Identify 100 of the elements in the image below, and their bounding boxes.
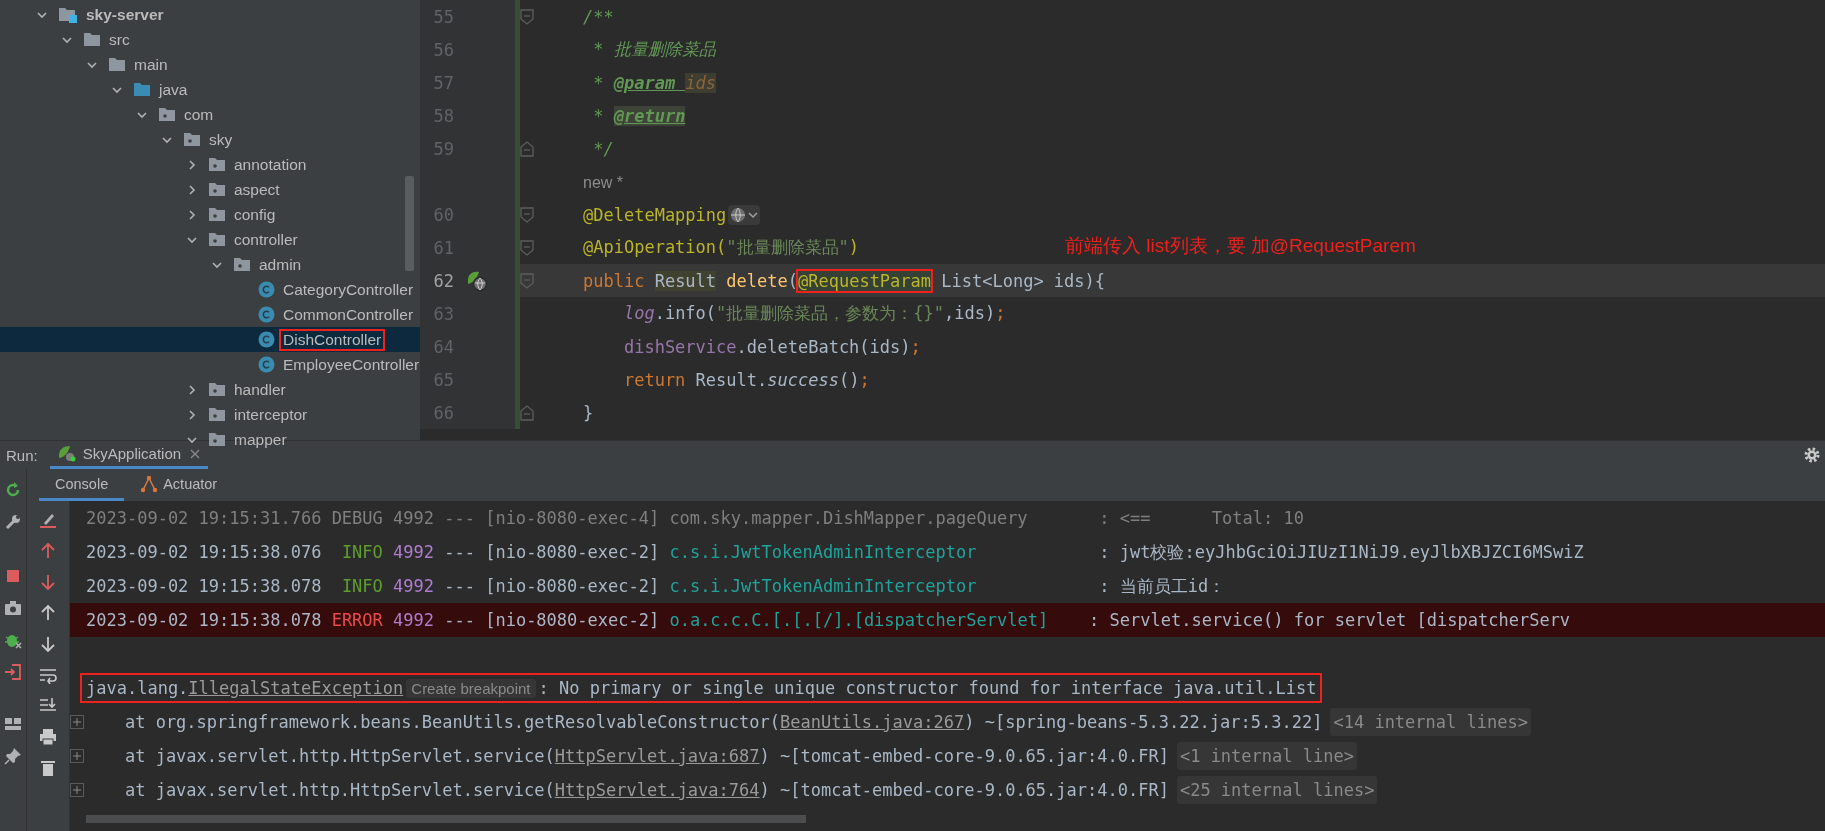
package-icon — [233, 257, 251, 272]
tree-item[interactable]: CommonController — [0, 302, 420, 327]
package-icon — [208, 407, 226, 422]
down-arrow-icon[interactable] — [39, 635, 57, 653]
fold-marker-icon[interactable] — [520, 140, 534, 157]
console-text: at javax.servlet.http.HttpServlet.service( — [123, 780, 555, 800]
console-text: : No primary or single unique constructor found for interface java.util.List — [538, 678, 1317, 698]
fold-marker-icon[interactable] — [520, 272, 534, 289]
source-link[interactable]: IllegalStateException — [188, 678, 404, 698]
camera-icon[interactable] — [4, 599, 22, 617]
wrap-icon[interactable] — [39, 666, 57, 684]
tree-item[interactable]: EmployeeController — [0, 352, 420, 377]
console-text: at org.springframework.beans.BeanUtils.getResolvableConstructor( — [123, 712, 780, 732]
code-line: * @return — [592, 105, 686, 126]
fold-marker-icon[interactable] — [520, 239, 534, 256]
pin-icon[interactable] — [4, 747, 22, 765]
class-icon — [258, 281, 275, 298]
rerun-icon[interactable] — [4, 481, 22, 499]
code-line: @DeleteMapping — [583, 204, 727, 225]
fold-marker-icon[interactable] — [520, 206, 534, 223]
chevron-icon[interactable] — [186, 208, 198, 221]
code-line: * 批量删除菜品 — [592, 38, 716, 61]
console-text: at javax.servlet.http.HttpServlet.service( — [123, 746, 555, 766]
exit-icon[interactable] — [4, 663, 22, 681]
log-line: 2023-09-02 19:15:38.078 ERROR 4992 --- [nio-8080-exec-2] o.a.c.c.C.[.[.[/].[dispatcherServlet] : Servlet.service() for servlet [dispatcherServ — [86, 610, 1571, 630]
run-gutter-icon[interactable] — [466, 269, 488, 292]
layout-icon[interactable] — [4, 715, 22, 733]
inlay-hint[interactable]: <25 internal lines> — [1176, 776, 1378, 804]
code-line: /** — [583, 6, 614, 27]
leaf-icon — [57, 444, 78, 463]
code-line: log.info("批量删除菜品，参数为：{}",ids); — [622, 302, 1006, 325]
stop-icon[interactable] — [4, 567, 22, 585]
console-text: ) ~[tomcat-embed-core-9.0.65.jar:4.0.FR] — [759, 746, 1169, 766]
tree-item[interactable]: config — [0, 202, 420, 227]
fold-marker-icon[interactable] — [520, 8, 534, 25]
up-arrow-icon[interactable] — [39, 604, 57, 622]
chevron-icon[interactable] — [186, 408, 198, 421]
tree-item[interactable]: main — [0, 52, 420, 77]
tree-item[interactable]: controller — [0, 227, 420, 252]
package-icon — [158, 107, 176, 122]
panel-label: Run: — [5, 446, 39, 464]
tree-item[interactable]: handler — [0, 377, 420, 402]
package-icon — [208, 182, 226, 197]
code-line: return Result.success(); — [622, 369, 870, 390]
globe-dropdown-icon[interactable] — [728, 204, 761, 225]
tree-item[interactable]: interceptor — [0, 402, 420, 427]
chevron-icon[interactable] — [186, 183, 198, 196]
package-icon — [208, 207, 226, 222]
tree-item[interactable]: annotation — [0, 152, 420, 177]
tree-item[interactable]: src — [0, 27, 420, 52]
annotation-note: 前端传入 list列表，要 加@RequestParem — [1065, 234, 1416, 258]
class-icon — [258, 306, 275, 323]
package-icon — [183, 132, 201, 147]
module-icon — [58, 6, 78, 23]
source-link[interactable]: BeanUtils.java:267 — [780, 712, 965, 732]
fold-marker-icon[interactable] — [520, 404, 534, 421]
log-line: 2023-09-02 19:15:38.078 INFO 4992 --- [nio-8080-exec-2] c.s.i.JwtTokenAdminInterceptor : 当前员工id： — [86, 574, 1226, 598]
code-line: } — [583, 402, 594, 423]
scrollbar[interactable] — [405, 176, 414, 271]
source-link[interactable]: HttpServlet.java:764 — [554, 780, 760, 800]
tree-item[interactable]: DishController — [0, 327, 420, 352]
graph-icon — [140, 474, 159, 493]
package-icon — [208, 157, 226, 172]
tree-item[interactable]: aspect — [0, 177, 420, 202]
log-line: 2023-09-02 19:15:31.766 DEBUG 4992 --- [nio-8080-exec-4] com.sky.mapper.DishMapper.pageQuery : <== Total: 10 — [86, 508, 1304, 528]
inlay-hint[interactable]: Create breakpoint — [406, 679, 536, 698]
settings-icon[interactable] — [1803, 446, 1821, 464]
print-icon[interactable] — [39, 728, 57, 746]
class-icon — [258, 356, 275, 373]
chevron-icon[interactable] — [186, 383, 198, 396]
tree-item[interactable]: sky-server — [0, 2, 420, 27]
code-line: */ — [592, 138, 614, 159]
down-arrow-icon[interactable] — [39, 573, 57, 591]
console-tab[interactable]: Console — [39, 469, 125, 501]
source-link[interactable]: HttpServlet.java:687 — [554, 746, 760, 766]
console-text: java.lang. — [86, 678, 189, 698]
trash-icon[interactable] — [39, 759, 57, 777]
tree-item[interactable]: CategoryController — [0, 277, 420, 302]
tree-item[interactable]: com — [0, 102, 420, 127]
scrollbar[interactable] — [86, 815, 806, 823]
console-tab[interactable]: Actuator — [124, 469, 234, 501]
code-line: public Result delete(@RequestParam List<Long> ids){ — [583, 270, 1106, 291]
wrench-icon[interactable] — [4, 513, 22, 531]
tree-item[interactable]: java — [0, 77, 420, 102]
code-line: new * — [583, 172, 624, 192]
chevron-icon[interactable] — [186, 158, 198, 171]
package-icon — [208, 232, 226, 247]
close-icon[interactable] — [190, 448, 201, 459]
folder-icon — [83, 32, 101, 47]
line-number: 62 — [432, 270, 454, 291]
clear-icon[interactable] — [39, 511, 57, 529]
inlay-hint[interactable]: <14 internal lines> — [1330, 708, 1531, 736]
package-icon — [208, 382, 226, 397]
log-line: 2023-09-02 19:15:38.076 INFO 4992 --- [nio-8080-exec-2] c.s.i.JwtTokenAdminInterceptor : jwt校验:eyJhbGciOiJIUzI1NiJ9.eyJlbXBJZCI6MSwiZ — [86, 540, 1584, 564]
tree-item[interactable]: admin — [0, 252, 420, 277]
tree-item[interactable]: sky — [0, 127, 420, 152]
console-text: ) ~[tomcat-embed-core-9.0.65.jar:4.0.FR] — [759, 780, 1169, 800]
inlay-hint[interactable]: <1 internal line> — [1176, 742, 1357, 770]
up-arrow-icon[interactable] — [39, 542, 57, 560]
console-text: ) ~[spring-beans-5.3.22.jar:5.3.22] — [964, 712, 1323, 732]
